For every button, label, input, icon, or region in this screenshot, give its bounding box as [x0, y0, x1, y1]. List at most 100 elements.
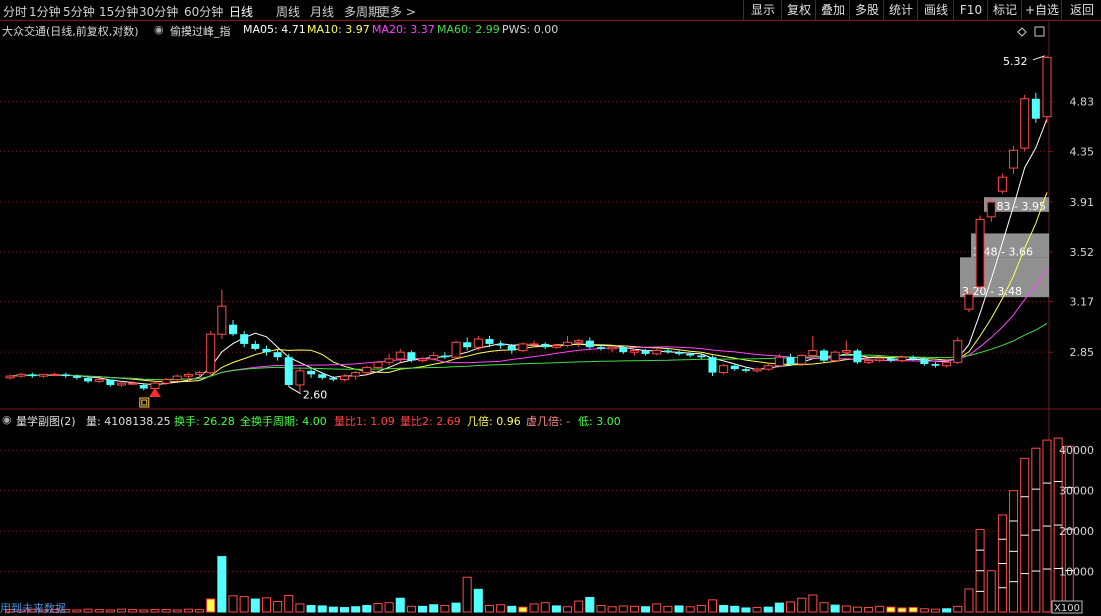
volume-bar-63	[707, 599, 717, 613]
volume-bar-72	[808, 594, 818, 613]
candle-body-31	[351, 372, 361, 377]
candle-32	[362, 365, 372, 375]
candle-74	[830, 350, 840, 363]
candle-52	[585, 337, 594, 349]
candle-41	[463, 337, 472, 351]
volume-bar-13	[150, 609, 160, 613]
volume-bar-8	[94, 609, 104, 613]
volume-bar-76	[852, 606, 862, 613]
volume-bar-6	[72, 609, 82, 613]
candle-body-45	[507, 345, 516, 351]
candle-42	[473, 335, 483, 351]
future-data-note: 用到未来数据	[0, 602, 66, 615]
candle-85	[953, 337, 963, 364]
volume-bar-10	[116, 608, 127, 613]
candle-body-29	[329, 377, 338, 380]
price-zones: 3.83 - 3.953.48 - 3.663.20 - 3.48	[960, 197, 1049, 298]
candle-body-62	[697, 355, 706, 358]
volume-bar-56	[629, 605, 639, 613]
candle-25	[284, 353, 293, 387]
volume-bar-19	[217, 556, 227, 613]
candle-body-47	[529, 343, 539, 346]
candle-body-85	[953, 340, 963, 363]
candle-body-38	[429, 355, 439, 360]
candle-9	[106, 379, 115, 387]
volume-unit-label: X100	[1054, 603, 1080, 614]
candle-body-28	[318, 374, 327, 378]
candle-body-20	[228, 324, 238, 335]
volume-bar-85	[953, 605, 963, 613]
volume-bar-43	[484, 605, 494, 613]
candle-body-81	[909, 357, 918, 359]
candle-body-90	[1009, 149, 1019, 169]
candle-body-63	[708, 357, 717, 373]
candle-34	[384, 353, 394, 366]
candle-body-5	[61, 374, 70, 377]
volume-bar-47	[529, 603, 539, 613]
candle-body-52	[585, 340, 594, 348]
candle-33	[373, 360, 383, 370]
volume-axis-label-2: 20000	[1059, 525, 1094, 538]
volume-bar-84	[942, 608, 952, 613]
price-axis-label-0: 4.83	[1070, 96, 1095, 109]
candle-body-82	[920, 358, 929, 364]
volume-bar-64	[719, 605, 729, 613]
candle-46	[518, 342, 528, 353]
candle-67	[752, 367, 762, 373]
candle-body-4	[50, 373, 60, 376]
candle-body-92	[1031, 98, 1040, 119]
candle-39	[440, 352, 449, 359]
candle-1	[16, 372, 26, 378]
volume-bar-14	[161, 609, 171, 613]
candle-76	[853, 348, 862, 364]
candle-91	[1020, 94, 1030, 152]
volume-bar-12	[139, 609, 149, 613]
volume-bar-42	[473, 588, 483, 613]
candle-89	[997, 173, 1007, 194]
candle-70	[786, 353, 795, 366]
candle-body-42	[473, 338, 483, 348]
candle-4	[50, 372, 60, 377]
volume-bar-32	[362, 605, 372, 613]
volume-bar-61	[685, 606, 695, 613]
candle-body-6	[72, 376, 81, 378]
volume-bar-45	[507, 605, 517, 613]
candle-63	[708, 355, 717, 377]
volume-bar-37	[418, 605, 428, 613]
volume-bar-41	[462, 576, 472, 613]
candle-body-9	[106, 379, 115, 385]
candle-body-12	[139, 384, 148, 389]
volume-bar-75	[841, 605, 851, 613]
volume-bar-67	[752, 607, 762, 613]
candle-body-43	[485, 339, 494, 344]
volume-bar-18	[206, 598, 216, 613]
volume-bar-34	[384, 602, 394, 613]
volume-bar-50	[563, 606, 573, 613]
candle-body-49	[551, 345, 561, 348]
candle-90	[1009, 145, 1019, 174]
candle-body-15	[172, 375, 182, 381]
candle-body-50	[563, 341, 573, 347]
volume-bar-51	[574, 600, 584, 613]
candle-body-39	[440, 355, 449, 358]
volume-bar-52	[585, 596, 595, 613]
candle-22	[251, 340, 260, 351]
kline-chart[interactable]: 3.83 - 3.953.48 - 3.663.20 - 3.48 4.83 4.…	[0, 0, 1101, 615]
volume-bar-39	[440, 605, 450, 613]
volume-bar-71	[797, 597, 807, 613]
volume-bar-69	[774, 602, 784, 613]
candle-body-86	[964, 293, 974, 310]
candle-body-36	[407, 352, 416, 361]
candle-body-88	[986, 201, 996, 218]
candle-body-93	[1042, 57, 1052, 118]
candle-58	[652, 348, 662, 356]
low-price-label: 2.60	[303, 389, 328, 402]
grid-lines	[0, 21, 1101, 612]
volume-bar-23	[261, 597, 271, 613]
candle-body-48	[541, 343, 550, 348]
candle-body-27	[307, 370, 316, 375]
candle-71	[797, 353, 807, 366]
candle-body-14	[161, 379, 171, 384]
candle-body-17	[195, 372, 205, 375]
volume-bar-22	[250, 598, 260, 613]
